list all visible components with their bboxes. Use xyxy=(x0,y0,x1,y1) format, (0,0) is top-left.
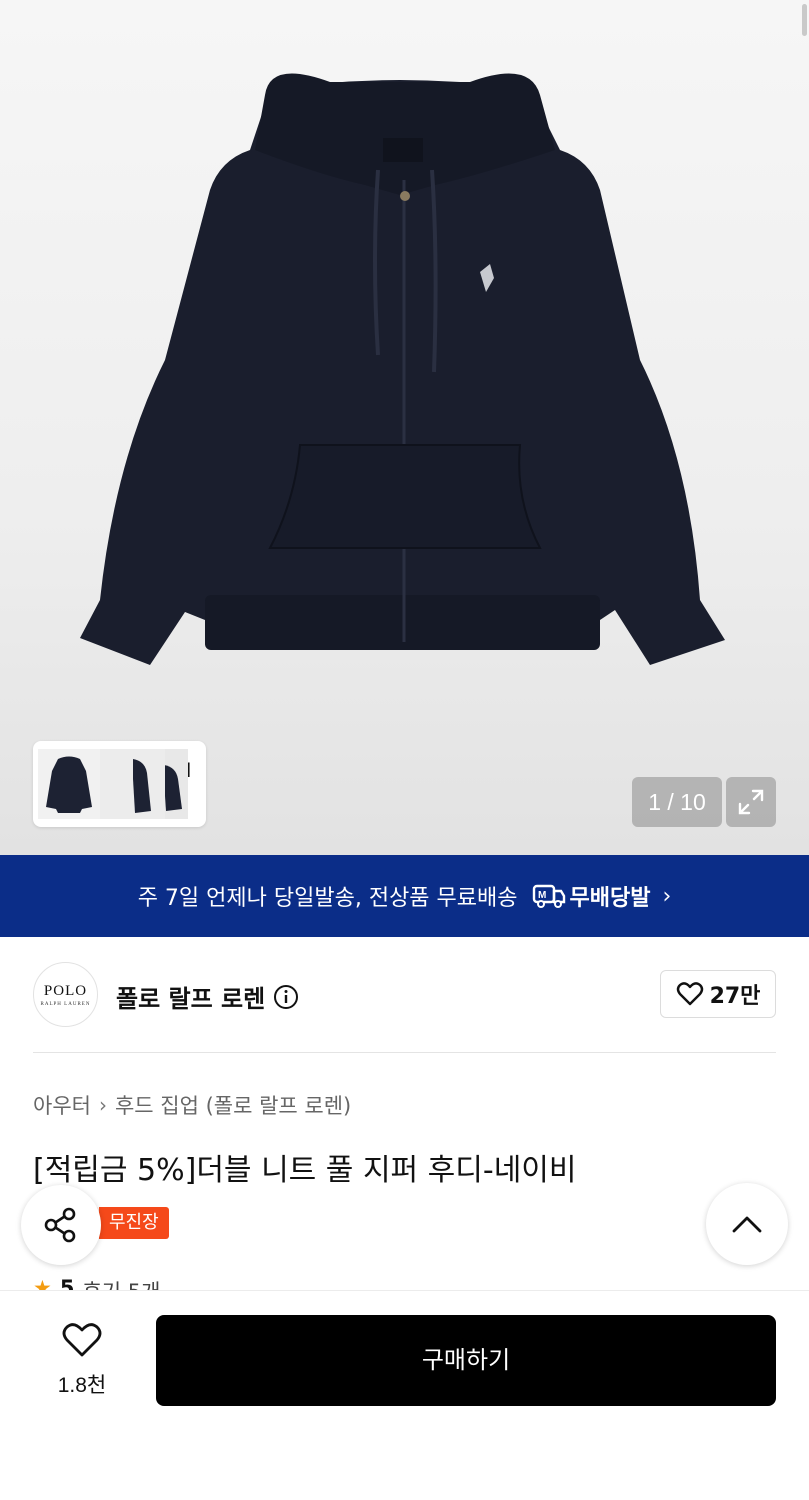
svg-text:M: M xyxy=(538,890,546,901)
product-image-gallery[interactable]: AI › 1 / 10 xyxy=(0,0,809,855)
expand-icon xyxy=(738,789,764,815)
wish-count: 1.8천 xyxy=(57,1374,107,1397)
chevron-up-icon xyxy=(732,1216,762,1233)
breadcrumb: 아우터 › 후드 집업 (폴로 랄프 로렌) xyxy=(33,1090,351,1120)
thumbnail-side[interactable] xyxy=(93,749,165,819)
breadcrumb-subcategory[interactable]: 후드 집업 (폴로 랄프 로렌) xyxy=(115,1090,351,1120)
share-icon xyxy=(44,1207,76,1243)
info-icon[interactable] xyxy=(273,984,299,1010)
brand-name: 폴로 랄프 로렌 xyxy=(116,985,266,1013)
rating-row[interactable]: ★ 5 후기 5개 xyxy=(33,1276,160,1290)
brand-logo-subtext: RALPH LAUREN xyxy=(40,1001,91,1007)
brand-name-link[interactable]: 폴로 랄프 로렌 xyxy=(116,979,299,1014)
breadcrumb-category[interactable]: 아우터 xyxy=(33,1090,91,1120)
brand-row: POLO RALPH LAUREN 폴로 랄프 로렌 27만 xyxy=(33,962,776,1028)
banner-logo: M 무배당발 xyxy=(532,880,651,912)
brand-like-count: 27만 xyxy=(709,984,761,1009)
share-button[interactable] xyxy=(21,1185,101,1265)
brand-logo-text: POLO xyxy=(43,982,88,999)
expand-button[interactable] xyxy=(726,777,776,827)
product-title: [적립금 5%]더블 니트 풀 지퍼 후디-네이비 xyxy=(33,1153,577,1188)
scroll-top-button[interactable] xyxy=(706,1183,788,1265)
banner-text: 주 7일 언제나 당일발송, 전상품 무료배송 xyxy=(137,886,518,911)
delivery-truck-icon: M xyxy=(532,884,565,908)
delivery-banner[interactable]: 주 7일 언제나 당일발송, 전상품 무료배송 M 무배당발 › xyxy=(0,855,809,937)
ai-thumbnail-strip[interactable]: AI › xyxy=(33,741,206,827)
brand-logo[interactable]: POLO RALPH LAUREN xyxy=(33,962,98,1027)
product-hoodie-image[interactable] xyxy=(0,0,809,740)
bottom-action-bar: 1.8천 구매하기 xyxy=(0,1290,809,1500)
thumbnail-front[interactable] xyxy=(38,749,100,819)
wish-button[interactable]: 1.8천 xyxy=(42,1321,122,1399)
star-icon: ★ xyxy=(33,1276,52,1290)
review-count: 후기 5개 xyxy=(82,1276,160,1290)
tag-musinsa: 무진장 xyxy=(99,1207,169,1239)
divider xyxy=(33,1052,776,1053)
heart-icon xyxy=(62,1323,102,1357)
rating-score: 5 xyxy=(59,1276,75,1290)
brand-like-button[interactable]: 27만 xyxy=(660,970,776,1018)
image-page-counter: 1 / 10 xyxy=(632,777,722,827)
buy-button[interactable]: 구매하기 xyxy=(156,1315,776,1406)
chevron-right-icon: › xyxy=(662,883,672,909)
chevron-right-icon: › xyxy=(98,1093,107,1117)
banner-logo-label: 무배당발 xyxy=(569,886,651,911)
heart-icon xyxy=(676,982,703,1006)
